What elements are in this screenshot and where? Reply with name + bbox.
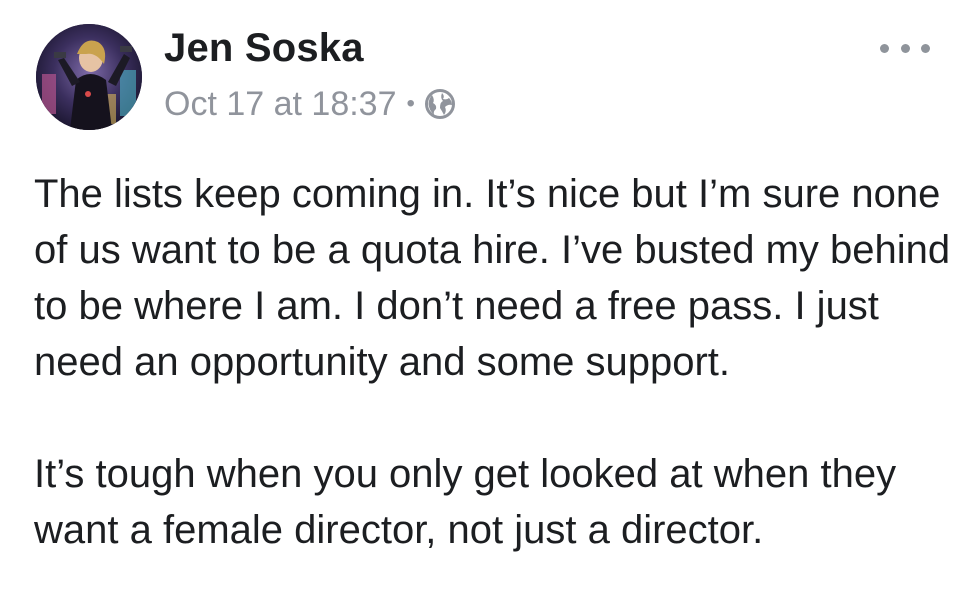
author-name[interactable]: Jen Soska [164,22,364,74]
facebook-post: Jen Soska Oct 17 at 18:37 • The lists ke… [0,0,980,612]
more-dot [880,43,889,53]
more-dot [900,43,910,53]
more-dot [921,43,930,53]
globe-icon[interactable] [423,87,457,121]
post-paragraph: It’s tough when you only get looked at w… [34,452,897,552]
author-avatar[interactable] [36,24,142,130]
meta-separator: • [406,90,415,117]
avatar-image [36,24,142,130]
post-body: The lists keep coming in. It’s nice but … [34,166,954,558]
post-timestamp[interactable]: Oct 17 at 18:37 [164,85,397,124]
post-meta: Oct 17 at 18:37 • [164,82,457,126]
more-options-icon[interactable] [880,40,930,56]
post-paragraph: The lists keep coming in. It’s nice but … [34,172,951,384]
